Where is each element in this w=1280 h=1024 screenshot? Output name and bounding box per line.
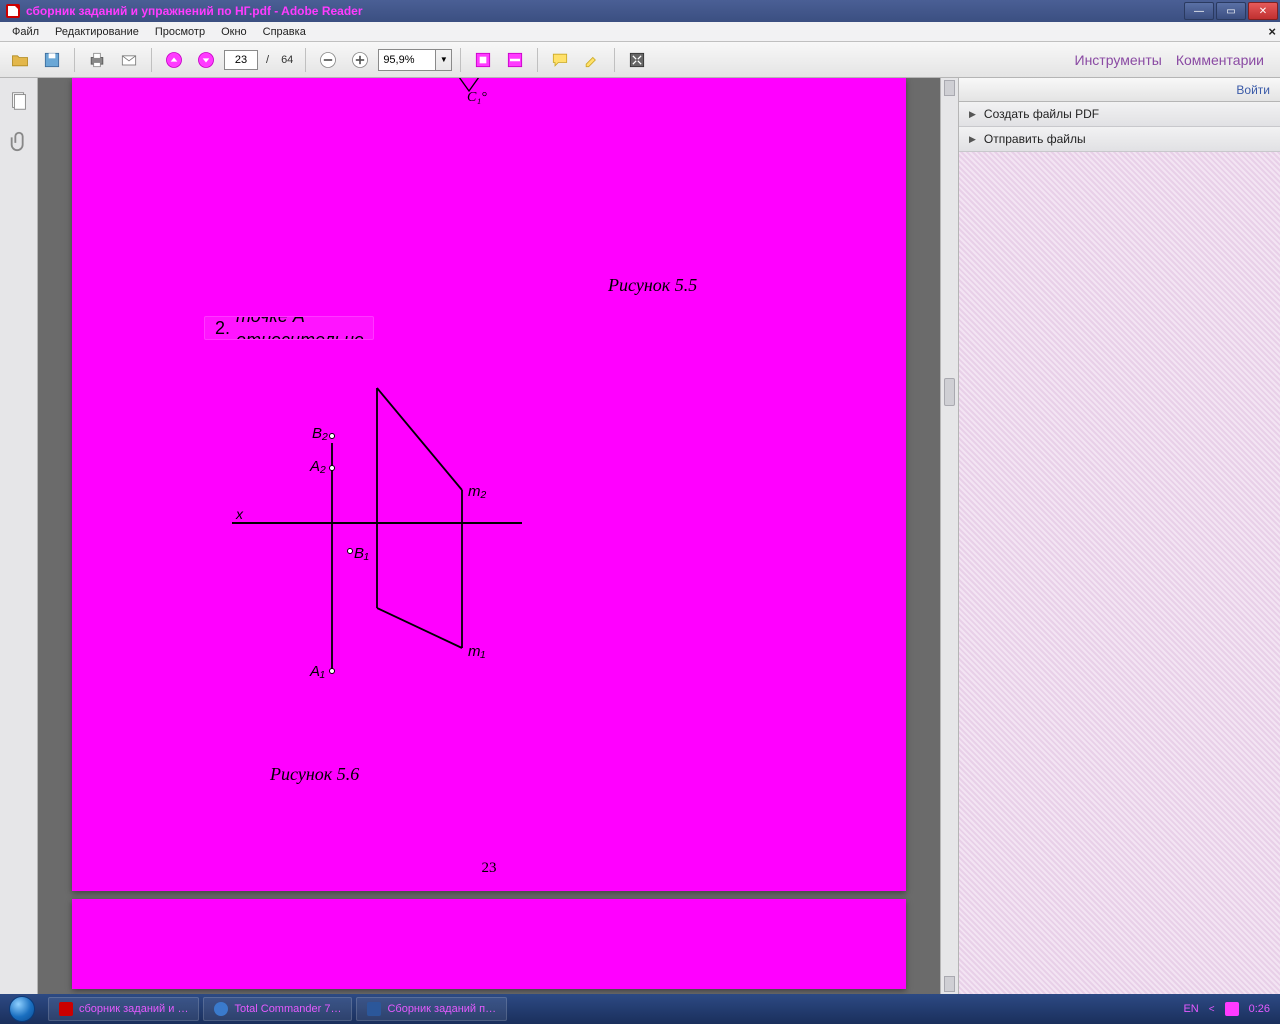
page-sep: / (266, 54, 269, 66)
close-button[interactable]: ✕ (1248, 2, 1278, 20)
highlight-icon[interactable] (578, 46, 606, 74)
menu-close-doc[interactable]: × (1268, 24, 1276, 39)
task-text: 2. Построить точку K, симметричную точке… (204, 316, 374, 340)
zoom-input[interactable] (379, 50, 435, 70)
zoom-out-icon[interactable] (314, 46, 342, 74)
email-icon[interactable] (115, 46, 143, 74)
taskbar-item-word[interactable]: Сборник заданий п… (356, 997, 507, 1021)
task-body: Построить точку K, симметричную точке A … (236, 316, 366, 340)
page-down-icon[interactable] (192, 46, 220, 74)
menubar: Файл Редактирование Просмотр Окно Справк… (0, 22, 1280, 42)
windows-orb-icon (9, 996, 35, 1022)
svg-text:m₂: m₂ (468, 483, 486, 500)
label-c1: C₁° (467, 90, 487, 106)
pdf-next-page-top (72, 899, 906, 989)
tray-chevron-icon[interactable]: < (1209, 1004, 1215, 1015)
acc-create-pdf-label: Создать файлы PDF (984, 107, 1099, 121)
comment-icon[interactable] (546, 46, 574, 74)
comments-link[interactable]: Комментарии (1176, 52, 1264, 68)
menu-help[interactable]: Справка (255, 24, 314, 40)
svg-text:A₂: A₂ (309, 458, 326, 475)
acc-create-pdf[interactable]: ▶ Создать файлы PDF (959, 102, 1280, 127)
print-icon[interactable] (83, 46, 111, 74)
left-rail (0, 78, 38, 994)
taskbar-item-tc[interactable]: Total Commander 7… (203, 997, 352, 1021)
taskbar-item-pdf[interactable]: сборник заданий и … (48, 997, 199, 1021)
app-icon (6, 4, 20, 18)
start-button[interactable] (0, 994, 44, 1024)
word-icon (367, 1002, 381, 1016)
menu-edit[interactable]: Редактирование (47, 24, 147, 40)
totalcmd-icon (214, 1002, 228, 1016)
right-pane-header: Войти (959, 78, 1280, 102)
triangle-right-icon: ▶ (969, 109, 976, 120)
pdf-page: C₁° Рисунок 5.5 2. Построить точку K, си… (72, 78, 906, 891)
svg-text:B₂: B₂ (312, 425, 328, 442)
taskbar-item-label: Сборник заданий п… (387, 1003, 496, 1015)
window-title: сборник заданий и упражнений по НГ.pdf -… (26, 4, 363, 18)
svg-text:x: x (235, 506, 244, 522)
taskbar: сборник заданий и … Total Commander 7… С… (0, 994, 1280, 1024)
figure-5-6-caption: Рисунок 5.6 (270, 764, 359, 785)
system-tray: EN < 0:26 (1173, 1002, 1280, 1016)
svg-text:m₁: m₁ (468, 643, 485, 660)
acc-send-files-label: Отправить файлы (984, 132, 1086, 146)
menu-view[interactable]: Просмотр (147, 24, 213, 40)
minimize-button[interactable]: — (1184, 2, 1214, 20)
window-controls: — ▭ ✕ (1184, 2, 1278, 20)
pdf-icon (59, 1002, 73, 1016)
taskbar-item-label: Total Commander 7… (234, 1003, 341, 1015)
right-pane: Войти ▶ Создать файлы PDF ▶ Отправить фа… (958, 78, 1280, 994)
tray-clock[interactable]: 0:26 (1249, 1003, 1270, 1015)
menu-window[interactable]: Окно (213, 24, 255, 40)
vertical-scrollbar[interactable] (940, 78, 958, 994)
triangle-right-icon: ▶ (969, 134, 976, 145)
attachments-icon[interactable] (8, 130, 30, 152)
page-number-input[interactable] (224, 50, 258, 70)
fullscreen-icon[interactable] (623, 46, 651, 74)
document-area[interactable]: C₁° Рисунок 5.5 2. Построить точку K, си… (38, 78, 940, 994)
scroll-thumb[interactable] (944, 378, 955, 406)
zoom-in-icon[interactable] (346, 46, 374, 74)
titlebar: сборник заданий и упражнений по НГ.pdf -… (0, 0, 1280, 22)
maximize-button[interactable]: ▭ (1216, 2, 1246, 20)
fit-width-icon[interactable] (501, 46, 529, 74)
zoom-combo[interactable]: ▼ (378, 49, 452, 71)
pages-panel-icon[interactable] (8, 90, 30, 112)
open-icon[interactable] (6, 46, 34, 74)
page-footer-number: 23 (482, 860, 497, 877)
task-num: 2. (215, 316, 230, 340)
login-link[interactable]: Войти (1236, 83, 1270, 97)
tools-link[interactable]: Инструменты (1075, 52, 1162, 68)
save-icon[interactable] (38, 46, 66, 74)
page-total: 64 (281, 54, 293, 66)
figure-sketch: B₂ A₂ B₁ A₁ m₂ m₁ x (222, 368, 542, 768)
menu-file[interactable]: Файл (4, 24, 47, 40)
chevron-down-icon[interactable]: ▼ (435, 50, 451, 70)
toolbar: / 64 ▼ Инструменты Комментарии (0, 42, 1280, 78)
taskbar-item-label: сборник заданий и … (79, 1003, 188, 1015)
page-up-icon[interactable] (160, 46, 188, 74)
tray-lang[interactable]: EN (1183, 1003, 1198, 1015)
svg-text:A₁: A₁ (309, 663, 325, 680)
acc-send-files[interactable]: ▶ Отправить файлы (959, 127, 1280, 152)
svg-text:B₁: B₁ (354, 545, 369, 562)
tray-app-icon[interactable] (1225, 1002, 1239, 1016)
fit-page-icon[interactable] (469, 46, 497, 74)
figure-5-5-caption: Рисунок 5.5 (608, 275, 697, 296)
